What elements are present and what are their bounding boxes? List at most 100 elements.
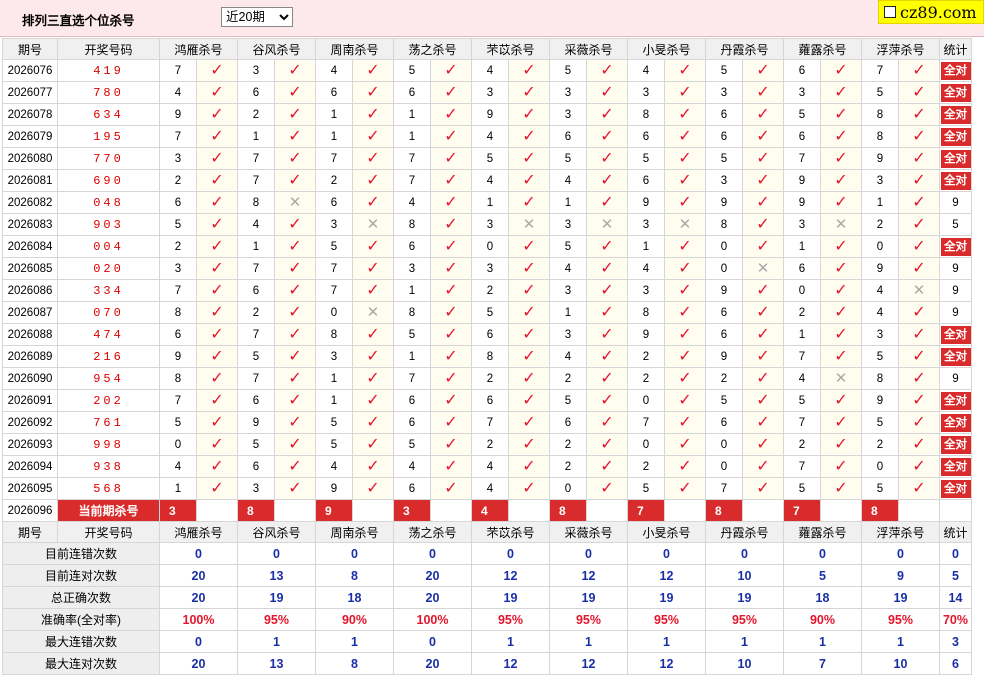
kill-number-cell: 7 bbox=[237, 367, 275, 390]
summary-row: 准确率(全对率) 100% 95% 90% 100% 95% 95% 95% 95% 90% 95%… bbox=[2, 608, 972, 631]
summary-value: 8 bbox=[315, 652, 394, 675]
kill-number-cell: 6 bbox=[783, 257, 821, 280]
kill-number-cell: 6 bbox=[549, 411, 587, 434]
stat-cell: 9 bbox=[939, 279, 972, 302]
summary-value: 19 bbox=[627, 586, 706, 609]
kill-number-cell: 4 bbox=[549, 257, 587, 280]
kill-number-cell: 5 bbox=[783, 389, 821, 412]
kill-number-cell: 5 bbox=[783, 477, 821, 500]
kill-number-cell: 3 bbox=[705, 169, 743, 192]
site-logo[interactable]: cz89.com bbox=[878, 0, 984, 24]
kill-number-cell: 4 bbox=[471, 169, 509, 192]
kill-number-cell: 3 bbox=[471, 213, 509, 236]
table-row: 2026081 690 2 ✓ 7 ✓ 2 ✓ 7 ✓ 4 ✓ 4 ✓ 6 ✓ 3 ✓ 9 ✓ 3 ✓ 全对 bbox=[2, 169, 972, 192]
summary-value: 95% bbox=[627, 608, 706, 631]
draw-number-cell: 419 bbox=[57, 59, 160, 82]
check-icon: ✓ bbox=[352, 323, 394, 346]
kill-number-cell: 7 bbox=[159, 59, 197, 82]
kill-number-cell: 6 bbox=[393, 81, 431, 104]
check-icon: ✓ bbox=[352, 235, 394, 258]
draw-number-cell: 004 bbox=[57, 235, 160, 258]
check-icon: ✓ bbox=[820, 389, 862, 412]
current-kill-spacer bbox=[586, 499, 628, 522]
col-header: 丹霞杀号 bbox=[705, 38, 784, 60]
check-icon: ✓ bbox=[820, 411, 862, 434]
check-icon: ✓ bbox=[352, 81, 394, 104]
check-icon: ✓ bbox=[742, 433, 784, 456]
kill-number-cell: 3 bbox=[705, 81, 743, 104]
summary-row: 总正确次数 20 19 18 20 19 19 19 19 18 19 14 bbox=[2, 586, 972, 609]
check-icon: ✓ bbox=[898, 235, 940, 258]
col-header: 采薇杀号 bbox=[549, 38, 628, 60]
check-icon: ✓ bbox=[664, 411, 706, 434]
check-icon: ✓ bbox=[274, 279, 316, 302]
check-icon: ✓ bbox=[820, 433, 862, 456]
summary-stat: 3 bbox=[939, 630, 972, 653]
kill-number-cell: 7 bbox=[315, 147, 353, 170]
check-icon: ✓ bbox=[586, 323, 628, 346]
check-icon: ✓ bbox=[352, 433, 394, 456]
summary-value: 19 bbox=[705, 586, 784, 609]
summary-value: 95% bbox=[861, 608, 940, 631]
kill-number-cell: 3 bbox=[549, 81, 587, 104]
kill-number-cell: 0 bbox=[861, 235, 899, 258]
check-icon: ✓ bbox=[898, 477, 940, 500]
stat-cell: 全对 bbox=[939, 103, 972, 126]
check-icon: ✓ bbox=[898, 433, 940, 456]
kill-number-cell: 6 bbox=[627, 125, 665, 148]
summary-stat: 6 bbox=[939, 652, 972, 675]
check-icon: ✓ bbox=[508, 81, 550, 104]
kill-number-cell: 9 bbox=[237, 411, 275, 434]
check-icon: ✓ bbox=[196, 323, 238, 346]
kill-number-cell: 1 bbox=[471, 191, 509, 214]
check-icon: ✓ bbox=[898, 301, 940, 324]
summary-value: 1 bbox=[237, 630, 316, 653]
kill-number-cell: 6 bbox=[315, 81, 353, 104]
kill-number-cell: 5 bbox=[471, 147, 509, 170]
check-icon: ✓ bbox=[430, 301, 472, 324]
check-icon: ✓ bbox=[274, 367, 316, 390]
check-icon: ✓ bbox=[430, 411, 472, 434]
kill-number-cell: 2 bbox=[549, 455, 587, 478]
check-icon: ✓ bbox=[430, 477, 472, 500]
kill-number-cell: 9 bbox=[627, 323, 665, 346]
cross-icon: ✕ bbox=[742, 257, 784, 280]
draw-number-cell: 780 bbox=[57, 81, 160, 104]
kill-number-cell: 5 bbox=[861, 345, 899, 368]
check-icon: ✓ bbox=[664, 389, 706, 412]
current-kill-spacer bbox=[508, 499, 550, 522]
kill-number-cell: 0 bbox=[705, 235, 743, 258]
check-icon: ✓ bbox=[196, 103, 238, 126]
check-icon: ✓ bbox=[274, 213, 316, 236]
check-icon: ✓ bbox=[742, 301, 784, 324]
kill-number-cell: 7 bbox=[315, 257, 353, 280]
draw-number-cell: 634 bbox=[57, 103, 160, 126]
all-correct-badge: 全对 bbox=[940, 435, 971, 454]
period-select[interactable]: 近20期 bbox=[221, 7, 293, 27]
cross-icon: ✕ bbox=[898, 279, 940, 302]
kill-number-cell: 2 bbox=[861, 213, 899, 236]
kill-number-cell: 3 bbox=[237, 59, 275, 82]
kill-number-cell: 3 bbox=[471, 257, 509, 280]
kill-number-cell: 0 bbox=[783, 279, 821, 302]
kill-number-cell: 3 bbox=[315, 213, 353, 236]
check-icon: ✓ bbox=[664, 125, 706, 148]
col-header: 谷风杀号 bbox=[237, 521, 316, 543]
check-icon: ✓ bbox=[196, 411, 238, 434]
stat-cell: 全对 bbox=[939, 411, 972, 434]
check-icon: ✓ bbox=[664, 191, 706, 214]
kill-number-cell: 0 bbox=[627, 389, 665, 412]
kill-number-cell: 5 bbox=[393, 59, 431, 82]
summary-value: 19 bbox=[549, 586, 628, 609]
check-icon: ✓ bbox=[586, 455, 628, 478]
page-title: 排列三直选个位杀号 bbox=[22, 14, 135, 28]
check-icon: ✓ bbox=[352, 367, 394, 390]
table-row: 2026084 004 2 ✓ 1 ✓ 5 ✓ 6 ✓ 0 ✓ 5 ✓ 1 ✓ 0 ✓ 1 ✓ 0 ✓ 全对 bbox=[2, 235, 972, 258]
summary-value: 0 bbox=[705, 542, 784, 565]
table-row: 2026095 568 1 ✓ 3 ✓ 9 ✓ 6 ✓ 4 ✓ 0 ✓ 5 ✓ 7 ✓ 5 ✓ 5 ✓ 全对 bbox=[2, 477, 972, 500]
stat-cell: 全对 bbox=[939, 455, 972, 478]
col-header: 蕹露杀号 bbox=[783, 38, 862, 60]
kill-number-cell: 3 bbox=[315, 345, 353, 368]
check-icon: ✓ bbox=[586, 367, 628, 390]
kill-number-cell: 2 bbox=[549, 433, 587, 456]
